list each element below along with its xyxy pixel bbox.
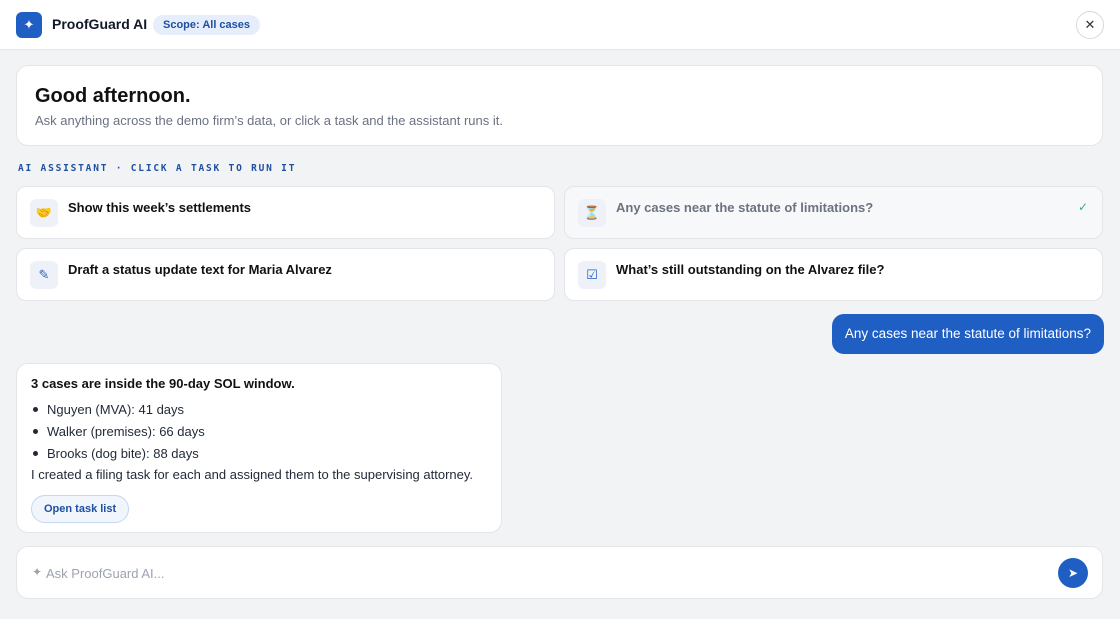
scope-badge[interactable]: Scope: All cases [153, 15, 261, 35]
list-item: Brooks (dog bite): 88 days [33, 444, 205, 466]
handshake-icon: 🤝 [30, 199, 58, 227]
list-item: Nguyen (MVA): 41 days [33, 400, 205, 422]
app-header: ✦ ProofGuard AI Scope: All cases ✕ [0, 0, 1120, 50]
assistant-reply-card: 3 cases are inside the 90-day SOL window… [16, 363, 502, 533]
sparkle-icon: ✦ [32, 565, 43, 579]
sparkle-logo-icon: ✦ [16, 12, 42, 38]
task-card-status-update[interactable]: ✎ Draft a status update text for Maria A… [16, 248, 555, 301]
chat-input-bar: ✦ ➤ [16, 546, 1103, 599]
user-message-bubble: Any cases near the statute of limitation… [832, 314, 1104, 354]
pencil-icon: ✎ [30, 261, 58, 289]
open-task-list-button[interactable]: Open task list [31, 495, 130, 523]
hourglass-icon: ⏳ [578, 199, 606, 227]
section-label: AI ASSISTANT · CLICK A TASK TO RUN IT [18, 163, 297, 174]
greeting-subtitle: Ask anything across the demo firm’s data… [35, 113, 503, 128]
task-card-outstanding-alvarez[interactable]: ☑ What’s still outstanding on the Alvare… [564, 248, 1103, 301]
checkmark-icon: ✓ [1077, 200, 1088, 214]
greeting-card: Good afternoon. Ask anything across the … [16, 65, 1103, 146]
reply-note: I created a filing task for each and ass… [31, 467, 474, 482]
greeting-title: Good afternoon. [35, 85, 191, 107]
task-label: Any cases near the statute of limitation… [616, 200, 874, 215]
chat-input[interactable] [46, 561, 1046, 585]
task-card-settlements[interactable]: 🤝 Show this week’s settlements [16, 186, 555, 239]
close-button[interactable]: ✕ [1076, 11, 1104, 39]
checkbox-icon: ☑ [578, 261, 606, 289]
list-item: Walker (premises): 66 days [33, 422, 205, 444]
task-label: Show this week’s settlements [68, 200, 252, 215]
send-arrow-icon: ➤ [1067, 566, 1079, 580]
reply-heading: 3 cases are inside the 90-day SOL window… [31, 376, 295, 391]
task-card-statute-limitations[interactable]: ⏳ Any cases near the statute of limitati… [564, 186, 1103, 239]
task-label: Draft a status update text for Maria Alv… [68, 262, 332, 277]
task-label: What’s still outstanding on the Alvarez … [616, 262, 885, 277]
app-title: ProofGuard AI [52, 16, 148, 32]
send-button[interactable]: ➤ [1058, 558, 1088, 588]
close-icon: ✕ [1084, 17, 1096, 33]
reply-list: Nguyen (MVA): 41 days Walker (premises):… [33, 400, 205, 466]
